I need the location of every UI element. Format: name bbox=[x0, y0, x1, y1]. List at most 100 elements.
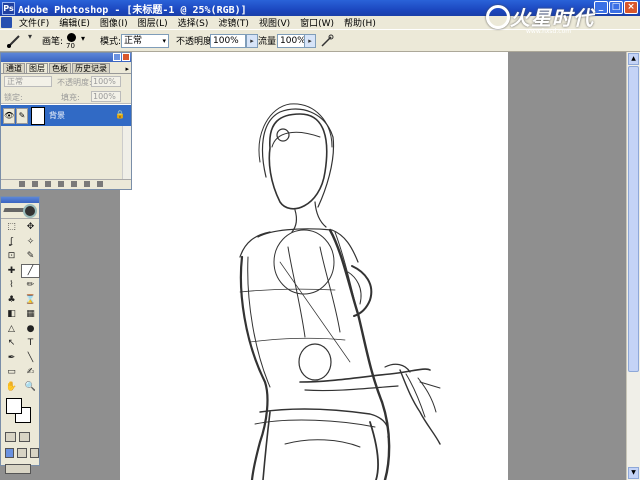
palette-tabs: 通道 图层 色板 历史记录 ▸ bbox=[1, 62, 131, 74]
watermark-ring-icon bbox=[486, 5, 510, 29]
toolbox-logo[interactable] bbox=[1, 203, 39, 219]
brush-tool-selected-icon[interactable]: ╱ bbox=[21, 263, 40, 278]
vertical-scrollbar[interactable]: ▲ ▼ bbox=[626, 52, 640, 480]
type-tool-icon[interactable]: T bbox=[21, 336, 40, 351]
layer-opacity-input[interactable]: 100% bbox=[91, 76, 121, 87]
dodge-tool-icon[interactable]: ▦ bbox=[21, 307, 40, 322]
lock-icon: 🔒 bbox=[115, 110, 125, 119]
menu-window[interactable]: 窗口(W) bbox=[296, 16, 340, 29]
scroll-thumb[interactable] bbox=[628, 66, 639, 372]
magic-wand-tool-icon[interactable]: ✧ bbox=[21, 235, 40, 250]
flow-label: 流量: bbox=[258, 37, 280, 47]
new-layer-icon[interactable] bbox=[84, 181, 90, 187]
flow-input[interactable]: 100% bbox=[277, 34, 306, 48]
opacity-slider-arrow[interactable]: ▸ bbox=[246, 34, 258, 48]
full-screen-icon[interactable] bbox=[29, 448, 39, 458]
menu-view[interactable]: 视图(V) bbox=[255, 16, 296, 29]
eye-logo-icon bbox=[23, 204, 37, 218]
eyedropper-tool-icon[interactable]: ✍ bbox=[21, 365, 40, 380]
palette-titlebar[interactable] bbox=[1, 53, 131, 62]
brush-label: 画笔: bbox=[42, 37, 64, 47]
photoshop-icon[interactable]: Ps bbox=[2, 1, 15, 15]
burn-tool-icon[interactable]: ● bbox=[21, 322, 40, 337]
lock-label: 锁定: bbox=[4, 93, 23, 102]
document-icon[interactable] bbox=[1, 17, 12, 28]
menu-edit[interactable]: 编辑(E) bbox=[55, 16, 96, 29]
fill-input[interactable]: 100% bbox=[91, 91, 121, 102]
slice-tool-icon[interactable]: ✎ bbox=[21, 249, 40, 264]
fill-label: 填充: bbox=[61, 93, 80, 102]
brush-size: 70 bbox=[66, 42, 75, 50]
stamp-tool-icon[interactable]: ⌇ bbox=[2, 278, 21, 293]
new-group-icon[interactable] bbox=[58, 181, 64, 187]
scroll-up-icon[interactable]: ▲ bbox=[628, 53, 639, 65]
toolbox: ⬚ ✥ ʆ ✧ ⊡ ✎ ✚ ╱ ⌇ ✏ ♣ ⌛ ◧ ▦ △ ● ↖ T ✒ ╲ … bbox=[0, 196, 40, 474]
link-layers-icon[interactable] bbox=[19, 181, 25, 187]
path-selection-tool-icon[interactable]: ↖ bbox=[2, 336, 21, 351]
brush-tool-icon[interactable] bbox=[6, 33, 22, 49]
line-tool-icon[interactable]: ╲ bbox=[21, 351, 40, 366]
trash-icon[interactable] bbox=[97, 181, 103, 187]
opacity-input[interactable]: 100% bbox=[210, 34, 246, 48]
menu-filter[interactable]: 滤镜(T) bbox=[214, 16, 255, 29]
sharpen-tool-icon[interactable]: △ bbox=[2, 322, 21, 337]
menu-image[interactable]: 图像(I) bbox=[96, 16, 134, 29]
close-button[interactable]: × bbox=[624, 1, 638, 14]
pen-tool-icon[interactable]: ✒ bbox=[2, 351, 21, 366]
standard-screen-icon[interactable] bbox=[5, 448, 15, 458]
menu-file[interactable]: 文件(F) bbox=[15, 16, 55, 29]
layer-opacity-label: 不透明度: bbox=[57, 78, 92, 87]
palette-minimize-button[interactable] bbox=[113, 53, 121, 61]
visibility-eye-icon[interactable]: 👁 bbox=[3, 108, 15, 124]
menu-select[interactable]: 选择(S) bbox=[174, 16, 215, 29]
color-swatches bbox=[1, 395, 39, 429]
menu-layer[interactable]: 图层(L) bbox=[134, 16, 174, 29]
blur-tool-icon[interactable]: ◧ bbox=[2, 307, 21, 322]
crop-tool-icon[interactable]: ⊡ bbox=[2, 249, 21, 264]
feather-icon bbox=[3, 208, 25, 212]
palette-close-button[interactable] bbox=[122, 53, 130, 61]
gradient-tool-icon[interactable]: ⌛ bbox=[21, 293, 40, 308]
foreground-color-swatch[interactable] bbox=[6, 398, 22, 414]
adjustment-layer-icon[interactable] bbox=[71, 181, 77, 187]
history-brush-tool-icon[interactable]: ✏ bbox=[21, 278, 40, 293]
brush-preview[interactable] bbox=[67, 33, 76, 42]
menu-help[interactable]: 帮助(H) bbox=[340, 16, 382, 29]
palette-menu-arrow-icon[interactable]: ▸ bbox=[125, 65, 129, 73]
move-tool-icon[interactable]: ✥ bbox=[21, 220, 40, 235]
full-screen-menu-icon[interactable] bbox=[17, 448, 27, 458]
watermark-url: www.hxsd.com bbox=[526, 28, 572, 35]
flow-slider-arrow[interactable]: ▸ bbox=[304, 34, 316, 48]
maximize-button[interactable]: □ bbox=[609, 1, 623, 14]
lasso-tool-icon[interactable]: ʆ bbox=[2, 235, 21, 250]
airbrush-icon[interactable] bbox=[320, 34, 334, 48]
layer-row-background[interactable]: 👁 ✎ 背景 🔒 bbox=[1, 104, 131, 126]
brush-picker-arrow[interactable]: ▾ bbox=[81, 34, 85, 43]
zoom-tool-icon[interactable]: 🔍 bbox=[21, 380, 40, 395]
window-title: Adobe Photoshop - [未标题-1 @ 25%(RGB)] bbox=[18, 4, 247, 16]
quick-mask-icon[interactable] bbox=[19, 432, 30, 442]
eraser-tool-icon[interactable]: ♣ bbox=[2, 293, 21, 308]
tab-swatches[interactable]: 色板 bbox=[49, 63, 71, 73]
palette-scrollbar[interactable] bbox=[122, 126, 131, 179]
standard-mode-icon[interactable] bbox=[5, 432, 16, 442]
tab-history[interactable]: 历史记录 bbox=[72, 63, 110, 73]
tab-layers[interactable]: 图层 bbox=[26, 63, 48, 73]
marquee-tool-icon[interactable]: ⬚ bbox=[2, 220, 21, 235]
tab-channels[interactable]: 通道 bbox=[3, 63, 25, 73]
layer-mask-icon[interactable] bbox=[45, 181, 51, 187]
layer-brush-icon[interactable]: ✎ bbox=[16, 108, 28, 124]
mask-mode-row bbox=[1, 429, 39, 445]
watermark-text: 火星时代 bbox=[510, 6, 594, 30]
mode-select[interactable]: 正常 ▾ bbox=[121, 34, 169, 48]
hand-tool-icon[interactable]: ✋ bbox=[2, 380, 21, 395]
canvas[interactable] bbox=[120, 52, 508, 480]
scroll-down-icon[interactable]: ▼ bbox=[628, 467, 639, 479]
jump-to-imageready-icon[interactable] bbox=[5, 464, 31, 474]
mode-label: 模式: bbox=[100, 37, 122, 47]
screen-mode-row bbox=[1, 445, 39, 461]
healing-tool-icon[interactable]: ✚ bbox=[2, 264, 21, 279]
blend-mode-select[interactable]: 正常 bbox=[4, 76, 52, 87]
notes-tool-icon[interactable]: ▭ bbox=[2, 365, 21, 380]
layer-style-icon[interactable] bbox=[32, 181, 38, 187]
